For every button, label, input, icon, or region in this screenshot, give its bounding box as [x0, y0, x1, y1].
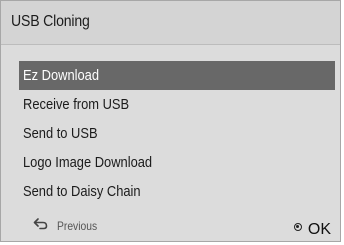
- menu-item-label: Receive from USB: [23, 96, 130, 113]
- ok-button-icon: [293, 223, 302, 231]
- menu-panel: Ez Download Receive from USB Send to USB…: [1, 45, 340, 241]
- page-title: USB Cloning: [11, 13, 90, 30]
- menu-item-label: Logo Image Download: [23, 154, 153, 171]
- previous-button[interactable]: Previous: [33, 218, 104, 233]
- dialog-header: USB Cloning: [1, 1, 340, 45]
- menu-item-label: Send to USB: [23, 125, 98, 142]
- dialog-footer: Previous OK: [1, 213, 340, 241]
- previous-label: Previous: [57, 218, 98, 233]
- usb-cloning-dialog: USB Cloning Ez Download Receive from USB…: [0, 0, 341, 242]
- menu-item-logo-image-download[interactable]: Logo Image Download: [19, 148, 335, 177]
- menu-list: Ez Download Receive from USB Send to USB…: [19, 61, 335, 206]
- menu-item-receive-from-usb[interactable]: Receive from USB: [19, 90, 335, 119]
- menu-item-send-to-usb[interactable]: Send to USB: [19, 119, 335, 148]
- ok-button[interactable]: OK: [293, 221, 331, 239]
- menu-item-label: Send to Daisy Chain: [23, 183, 141, 200]
- menu-item-send-to-daisy-chain[interactable]: Send to Daisy Chain: [19, 177, 335, 206]
- menu-item-ez-download[interactable]: Ez Download: [19, 61, 335, 90]
- return-arrow-icon: [33, 218, 48, 233]
- menu-item-label: Ez Download: [23, 67, 100, 84]
- ok-label: OK: [307, 221, 331, 238]
